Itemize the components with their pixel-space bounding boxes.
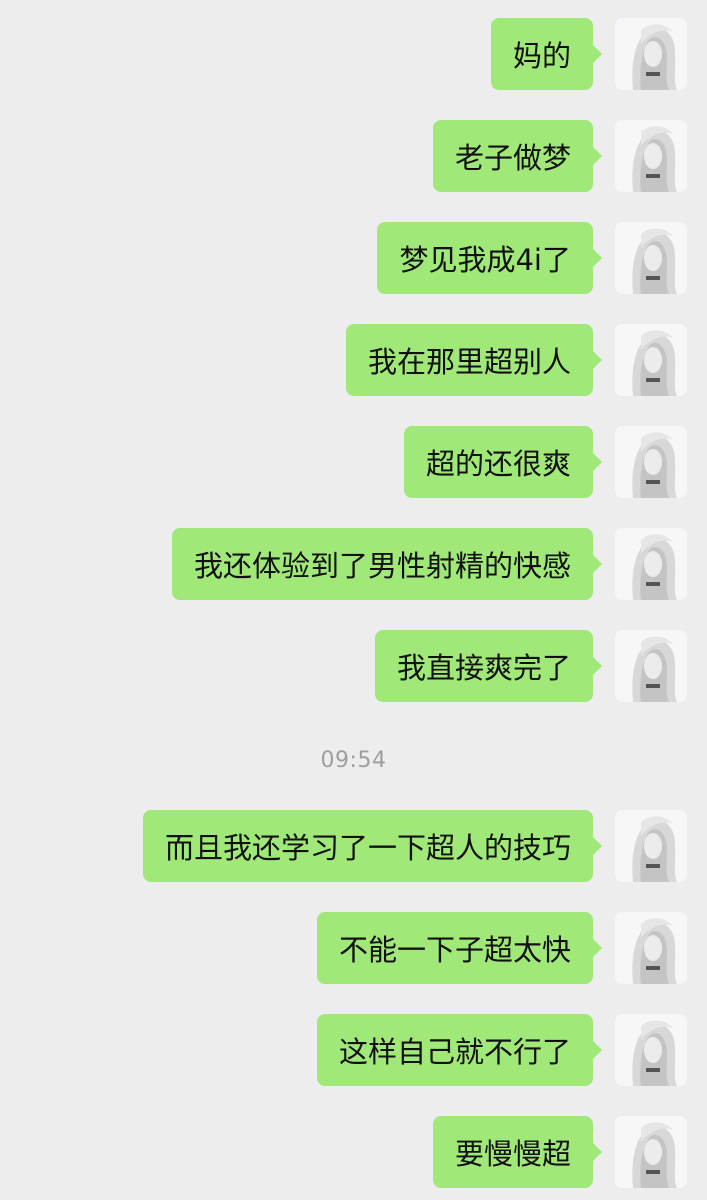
user-avatar-icon[interactable] [615,222,687,294]
message-bubble[interactable]: 我在那里超别人 [345,324,603,396]
message-row: 我在那里超别人 [345,324,687,398]
message-bubble[interactable]: 而且我还学习了一下超人的技巧 [142,810,603,882]
message-row: 超的还很爽 [403,426,687,500]
message-bubble[interactable]: 我还体验到了男性射精的快感 [171,528,603,600]
message-row: 这样自己就不行了 [316,1014,687,1088]
message-row: 我还体验到了男性射精的快感 [171,528,687,602]
user-avatar-icon[interactable] [615,1014,687,1086]
message-row: 妈的 [490,18,687,92]
message-row: 要慢慢超 [432,1116,687,1190]
message-row: 老子做梦 [432,120,687,194]
message-row: 不能一下子超太快 [316,912,687,986]
user-avatar-icon[interactable] [615,426,687,498]
user-avatar-icon[interactable] [615,630,687,702]
user-avatar-icon[interactable] [615,810,687,882]
user-avatar-icon[interactable] [615,528,687,600]
message-row: 梦见我成4i了 [377,222,687,296]
message-bubble[interactable]: 超的还很爽 [403,426,603,498]
message-bubble[interactable]: 要慢慢超 [432,1116,603,1188]
message-bubble[interactable]: 梦见我成4i了 [377,222,602,294]
user-avatar-icon[interactable] [615,324,687,396]
user-avatar-icon[interactable] [615,120,687,192]
message-bubble[interactable]: 老子做梦 [432,120,603,192]
message-bubble[interactable]: 我直接爽完了 [374,630,603,702]
chat-message-list[interactable]: 妈的 老子做梦 梦见我成4i了 我在那里超别人 超的还很爽 我还体验到了男性射精… [0,0,707,1200]
message-timestamp: 09:54 [320,748,387,773]
message-row: 而且我还学习了一下超人的技巧 [142,810,687,884]
user-avatar-icon[interactable] [615,18,687,90]
message-row: 我直接爽完了 [374,630,687,704]
message-bubble[interactable]: 这样自己就不行了 [316,1014,603,1086]
user-avatar-icon[interactable] [615,1116,687,1188]
message-bubble[interactable]: 不能一下子超太快 [316,912,603,984]
message-bubble[interactable]: 妈的 [490,18,603,90]
user-avatar-icon[interactable] [615,912,687,984]
